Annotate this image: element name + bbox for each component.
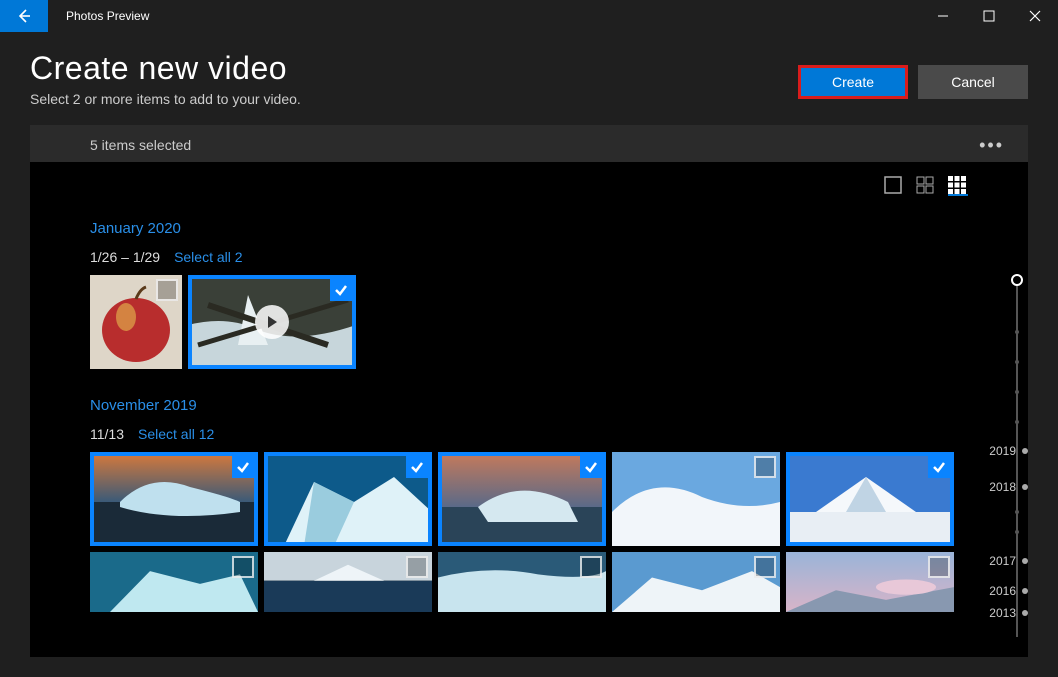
maximize-button[interactable] xyxy=(966,0,1012,32)
timeline-year[interactable]: 2017 xyxy=(989,554,1016,568)
thumbnail-iceberg-dusk[interactable] xyxy=(438,452,606,546)
page-header: Create new video Select 2 or more items … xyxy=(0,32,1058,107)
timeline-year[interactable]: 2019 xyxy=(989,444,1016,458)
minimize-button[interactable] xyxy=(920,0,966,32)
view-large-button[interactable] xyxy=(884,176,904,196)
month-label[interactable]: November 2019 xyxy=(90,397,1010,414)
thumbnail-apple[interactable] xyxy=(90,275,182,369)
arrow-left-icon xyxy=(16,8,32,24)
view-medium-button[interactable] xyxy=(916,176,936,196)
select-all-link[interactable]: Select all 2 xyxy=(174,249,242,265)
checkbox-checked-icon[interactable] xyxy=(580,456,602,478)
thumbnail-snow-mountain[interactable] xyxy=(612,452,780,546)
view-toggle xyxy=(884,176,968,196)
timeline-year[interactable]: 2013 xyxy=(989,606,1016,620)
selection-count: 5 items selected xyxy=(90,137,191,153)
gallery: January 2020 1/26 – 1/29 Select all 2 xyxy=(30,162,1028,657)
checkbox-icon[interactable] xyxy=(232,556,254,578)
app-title: Photos Preview xyxy=(48,9,149,23)
more-button[interactable]: ••• xyxy=(979,135,1004,156)
close-button[interactable] xyxy=(1012,0,1058,32)
date-range: 11/13 xyxy=(90,426,124,442)
thumbnail-iceberg-sunset[interactable] xyxy=(90,452,258,546)
play-icon xyxy=(255,305,289,339)
thumbnail-snowy-peak[interactable] xyxy=(786,452,954,546)
checkbox-icon[interactable] xyxy=(406,556,428,578)
thumbnail-iceberg-horizon[interactable] xyxy=(264,552,432,612)
checkbox-icon[interactable] xyxy=(754,556,776,578)
page-title: Create new video xyxy=(30,50,301,87)
timeline-scrubber[interactable]: 2019 2018 2017 2016 2013 xyxy=(992,280,1028,637)
thumbnail-snow-ridge[interactable] xyxy=(612,552,780,612)
cancel-button[interactable]: Cancel xyxy=(918,65,1028,99)
titlebar: Photos Preview xyxy=(0,0,1058,32)
checkbox-checked-icon[interactable] xyxy=(928,456,950,478)
checkbox-checked-icon[interactable] xyxy=(330,279,352,301)
timeline-year[interactable]: 2016 xyxy=(989,584,1016,598)
checkbox-checked-icon[interactable] xyxy=(406,456,428,478)
checkbox-checked-icon[interactable] xyxy=(232,456,254,478)
timeline-current-marker[interactable] xyxy=(1011,274,1023,286)
thumbnail-glacier-wall[interactable] xyxy=(438,552,606,612)
timeline-year[interactable]: 2018 xyxy=(989,480,1016,494)
month-label[interactable]: January 2020 xyxy=(90,220,1010,237)
date-range: 1/26 – 1/29 xyxy=(90,249,160,265)
checkbox-icon[interactable] xyxy=(580,556,602,578)
thumbnail-iceberg-teal[interactable] xyxy=(90,552,258,612)
selection-bar: 5 items selected ••• xyxy=(30,125,1028,165)
window-controls xyxy=(920,0,1058,32)
thumbnail-iceberg-blue[interactable] xyxy=(264,452,432,546)
page-subtitle: Select 2 or more items to add to your vi… xyxy=(30,91,301,107)
checkbox-icon[interactable] xyxy=(928,556,950,578)
checkbox-icon[interactable] xyxy=(156,279,178,301)
thumbnail-pink-clouds[interactable] xyxy=(786,552,954,612)
select-all-link[interactable]: Select all 12 xyxy=(138,426,214,442)
create-button[interactable]: Create xyxy=(798,65,908,99)
checkbox-icon[interactable] xyxy=(754,456,776,478)
back-button[interactable] xyxy=(0,0,48,32)
thumbnail-video-waterfall[interactable] xyxy=(188,275,356,369)
view-small-button[interactable] xyxy=(948,176,968,196)
